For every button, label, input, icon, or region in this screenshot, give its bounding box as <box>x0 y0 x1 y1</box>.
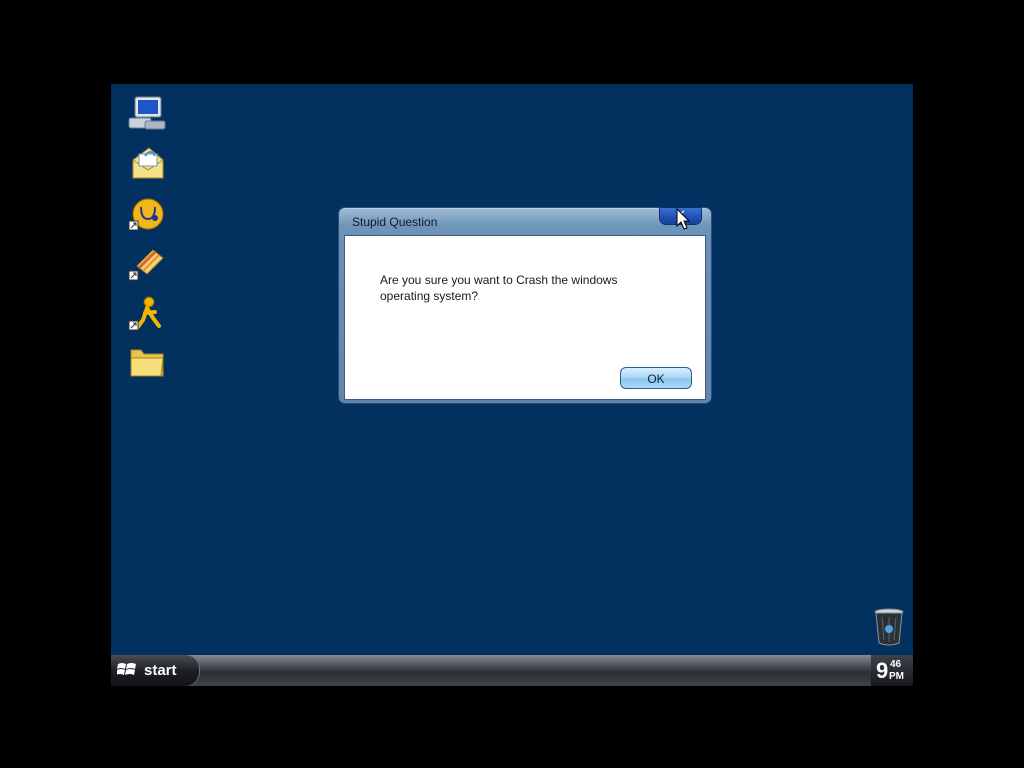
dialog-title: Stupid Question <box>352 215 438 229</box>
taskbar: start 9 46 PM <box>111 655 913 686</box>
start-button[interactable]: start <box>111 655 199 686</box>
ok-button[interactable]: OK <box>620 367 692 389</box>
desktop: Stupid Question ✕ Are you sure you want … <box>111 84 913 686</box>
clock-minute: 46 <box>890 659 902 670</box>
clock-ampm: PM <box>889 671 904 682</box>
recycle-bin-icon[interactable] <box>873 607 905 647</box>
dialog-message: Are you sure you want to Crash the windo… <box>380 273 618 303</box>
start-label: start <box>144 662 177 679</box>
help-support-icon[interactable] <box>125 194 169 234</box>
notepad-shortcut-icon[interactable] <box>125 244 169 284</box>
mouse-cursor-icon <box>676 208 691 230</box>
outlook-express-icon[interactable] <box>125 144 169 184</box>
message-dialog: Stupid Question ✕ Are you sure you want … <box>339 208 711 403</box>
aim-messenger-icon[interactable] <box>125 294 169 334</box>
my-computer-icon[interactable] <box>125 94 169 134</box>
windows-logo-icon <box>117 663 136 675</box>
system-tray-clock[interactable]: 9 46 PM <box>871 655 913 686</box>
dialog-body: Are you sure you want to Crash the windo… <box>344 235 706 400</box>
folder-icon[interactable] <box>125 342 169 382</box>
clock-hour: 9 <box>876 658 889 683</box>
